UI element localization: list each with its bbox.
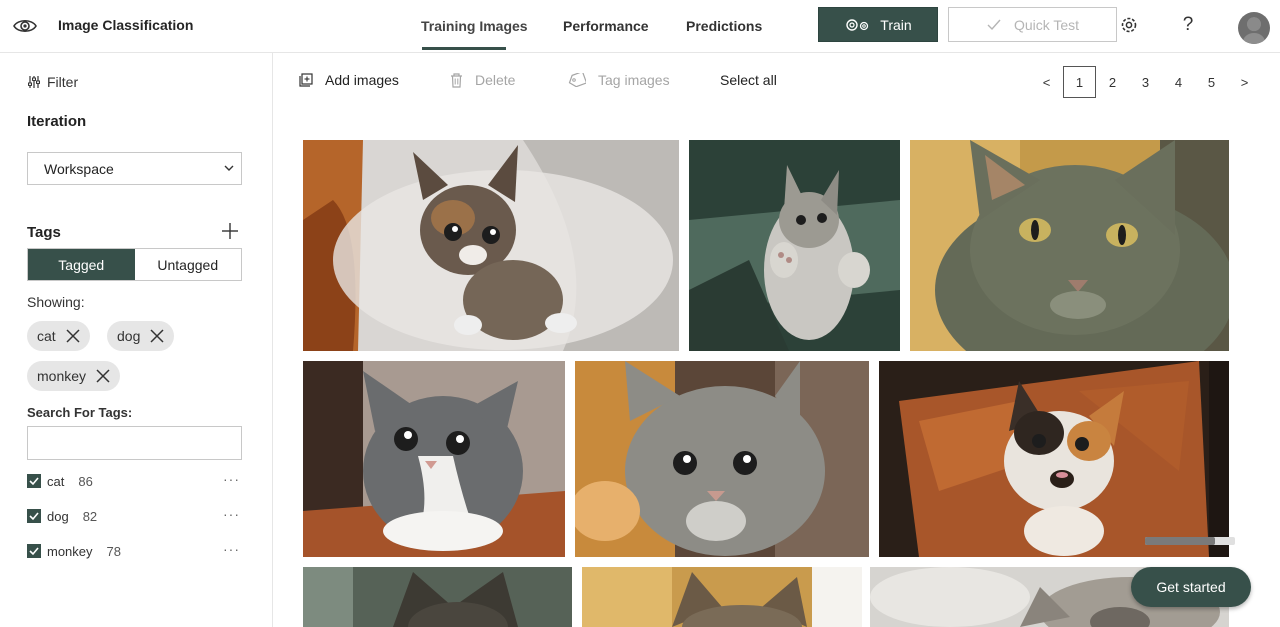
pagination: < 1 2 3 4 5 >	[1030, 66, 1261, 98]
add-tag-plus-icon[interactable]	[221, 222, 239, 240]
filter-chip-cat: cat	[27, 321, 90, 351]
showing-label: Showing:	[27, 294, 85, 310]
get-started-button[interactable]: Get started	[1131, 567, 1251, 607]
tag-icon	[568, 73, 586, 87]
train-button[interactable]: Train	[818, 7, 938, 42]
tag-row-monkey: monkey 78 ···	[27, 541, 242, 561]
select-all-button[interactable]: Select all	[720, 72, 777, 88]
tab-training-images[interactable]: Training Images	[421, 18, 528, 34]
training-image-thumbnail[interactable]	[303, 140, 679, 351]
iteration-selected-value: Workspace	[44, 161, 114, 177]
add-images-button[interactable]: Add images	[299, 72, 399, 88]
close-icon[interactable]	[66, 329, 80, 343]
filter-label: Filter	[47, 74, 79, 90]
sidebar: Filter Iteration Workspace Tags Tagged U…	[0, 53, 273, 627]
app-title: Image Classification	[58, 17, 194, 33]
settings-gear-icon[interactable]	[1118, 14, 1140, 36]
next-page-button[interactable]: >	[1228, 66, 1261, 98]
tag-count: 82	[82, 508, 98, 524]
trash-icon	[451, 72, 462, 88]
more-options-icon[interactable]: ···	[223, 506, 240, 522]
search-tags-input[interactable]	[27, 426, 242, 460]
chip-label: dog	[117, 328, 141, 344]
page-5-button[interactable]: 5	[1195, 66, 1228, 98]
delete-label: Delete	[475, 72, 516, 88]
gears-icon	[846, 18, 869, 31]
eye-icon[interactable]	[12, 13, 38, 39]
tab-performance[interactable]: Performance	[563, 18, 649, 34]
avatar[interactable]	[1238, 12, 1270, 44]
filter-chip-monkey: monkey	[27, 361, 121, 391]
training-image-thumbnail[interactable]	[879, 361, 1229, 557]
add-images-icon	[299, 73, 313, 87]
training-image-thumbnail[interactable]	[689, 140, 900, 351]
tab-predictions[interactable]: Predictions	[686, 18, 762, 34]
close-icon[interactable]	[150, 329, 164, 343]
more-options-icon[interactable]: ···	[223, 541, 240, 557]
chip-label: cat	[37, 328, 56, 344]
iteration-heading: Iteration	[27, 113, 87, 130]
quick-test-label: Quick Test	[1013, 16, 1080, 33]
tag-row-cat: cat 86 ···	[27, 471, 242, 491]
chip-label: monkey	[37, 368, 87, 384]
tag-images-button[interactable]: Tag images	[568, 72, 670, 88]
page-3-button[interactable]: 3	[1129, 66, 1162, 98]
tags-heading: Tags	[27, 224, 61, 241]
prev-page-button[interactable]: <	[1030, 66, 1063, 98]
filter-chip-dog: dog	[107, 321, 175, 351]
tag-images-label: Tag images	[598, 72, 670, 88]
horizontal-scrollbar[interactable]	[1145, 537, 1235, 545]
iteration-select[interactable]: Workspace	[27, 152, 242, 185]
help-icon[interactable]: ?	[1177, 14, 1199, 36]
search-tags-label: Search For Tags:	[27, 405, 133, 420]
training-image-thumbnail[interactable]	[910, 140, 1229, 351]
training-image-thumbnail[interactable]	[303, 361, 565, 557]
quick-test-button[interactable]: Quick Test	[948, 7, 1117, 42]
tag-row-dog: dog 82 ···	[27, 506, 242, 526]
tagged-untagged-toggle: Tagged Untagged	[27, 248, 242, 281]
training-image-thumbnail[interactable]	[582, 567, 862, 627]
page-4-button[interactable]: 4	[1162, 66, 1195, 98]
tag-count: 86	[78, 473, 93, 489]
active-tab-indicator	[422, 47, 506, 50]
select-all-label: Select all	[720, 72, 777, 88]
page-2-button[interactable]: 2	[1096, 66, 1129, 98]
add-images-label: Add images	[325, 72, 399, 88]
tag-name: monkey	[47, 543, 93, 559]
close-icon[interactable]	[96, 369, 110, 383]
delete-button[interactable]: Delete	[450, 72, 515, 88]
more-options-icon[interactable]: ···	[223, 471, 240, 487]
train-label: Train	[880, 16, 912, 33]
filter-sliders-icon	[28, 76, 40, 88]
training-image-thumbnail[interactable]	[303, 567, 572, 627]
chevron-down-icon	[224, 165, 234, 171]
training-image-thumbnail[interactable]	[575, 361, 869, 557]
tagged-option[interactable]: Tagged	[28, 249, 135, 280]
checkbox-cat[interactable]	[27, 474, 41, 488]
filter-button[interactable]: Filter	[27, 74, 78, 90]
page-1-button[interactable]: 1	[1063, 66, 1096, 98]
checkbox-monkey[interactable]	[27, 544, 41, 558]
checkbox-dog[interactable]	[27, 509, 41, 523]
tag-name: cat	[47, 473, 65, 489]
untagged-option[interactable]: Untagged	[135, 249, 242, 280]
tag-count: 78	[106, 543, 121, 559]
top-bar: Image Classification Training Images Per…	[0, 0, 1280, 53]
checkmark-icon	[987, 19, 1001, 30]
tag-name: dog	[47, 508, 69, 524]
